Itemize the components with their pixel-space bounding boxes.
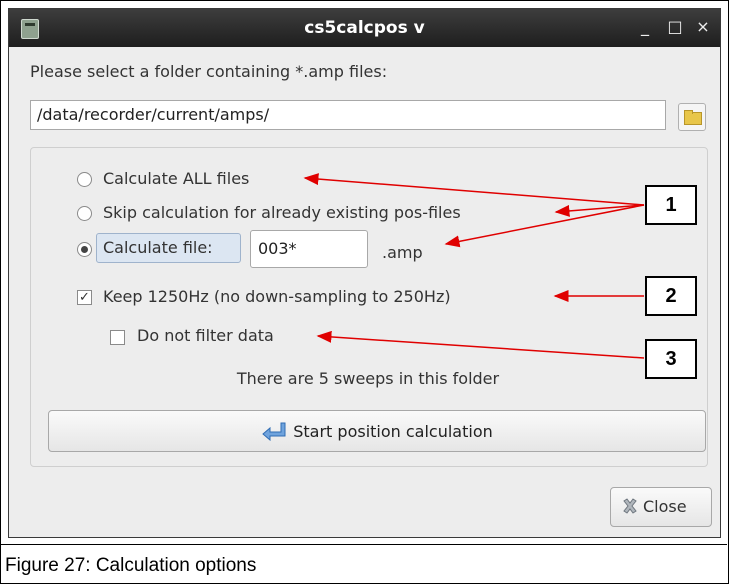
annotation-box-3: 3 xyxy=(645,339,697,379)
radio-skip-existing[interactable] xyxy=(77,206,92,221)
minimize-icon[interactable]: _ xyxy=(635,17,655,36)
close-x-icon xyxy=(623,498,637,514)
annotation-box-2: 2 xyxy=(645,276,697,316)
annotation-box-1: 1 xyxy=(645,185,697,225)
start-calculation-label: Start position calculation xyxy=(293,422,493,441)
radio-skip-existing-label[interactable]: Skip calculation for already existing po… xyxy=(103,203,461,222)
file-extension-label: .amp xyxy=(382,243,423,262)
caption-divider xyxy=(0,544,727,545)
title-bar[interactable]: cs5calcpos v _ □ × xyxy=(9,9,720,47)
radio-calculate-file[interactable] xyxy=(77,242,92,257)
radio-calculate-all[interactable] xyxy=(77,172,92,187)
file-pattern-input[interactable]: 003* xyxy=(250,230,368,268)
checkbox-keep-1250hz[interactable]: ✓ xyxy=(77,290,92,305)
close-window-icon[interactable]: × xyxy=(693,17,713,36)
checkbox-no-filter[interactable] xyxy=(110,330,125,345)
sweeps-status: There are 5 sweeps in this folder xyxy=(236,369,500,388)
enter-arrow-icon xyxy=(262,422,286,441)
folder-path-input[interactable]: /data/recorder/current/amps/ xyxy=(30,100,666,130)
checkbox-keep-1250hz-label[interactable]: Keep 1250Hz (no down-sampling to 250Hz) xyxy=(103,287,451,306)
browse-folder-icon[interactable] xyxy=(678,103,706,131)
folder-label: Please select a folder containing *.amp … xyxy=(30,62,388,81)
close-button[interactable]: Close xyxy=(610,487,712,527)
maximize-icon[interactable]: □ xyxy=(665,17,685,36)
start-calculation-button[interactable]: Start position calculation xyxy=(48,410,706,452)
radio-calculate-all-label[interactable]: Calculate ALL files xyxy=(103,169,249,188)
window-title: cs5calcpos v xyxy=(304,18,425,38)
checkbox-no-filter-label[interactable]: Do not filter data xyxy=(137,326,274,345)
close-button-label: Close xyxy=(643,497,687,516)
figure-caption: Figure 27: Calculation options xyxy=(5,555,257,576)
radio-calculate-file-label[interactable]: Calculate file: xyxy=(96,233,241,263)
